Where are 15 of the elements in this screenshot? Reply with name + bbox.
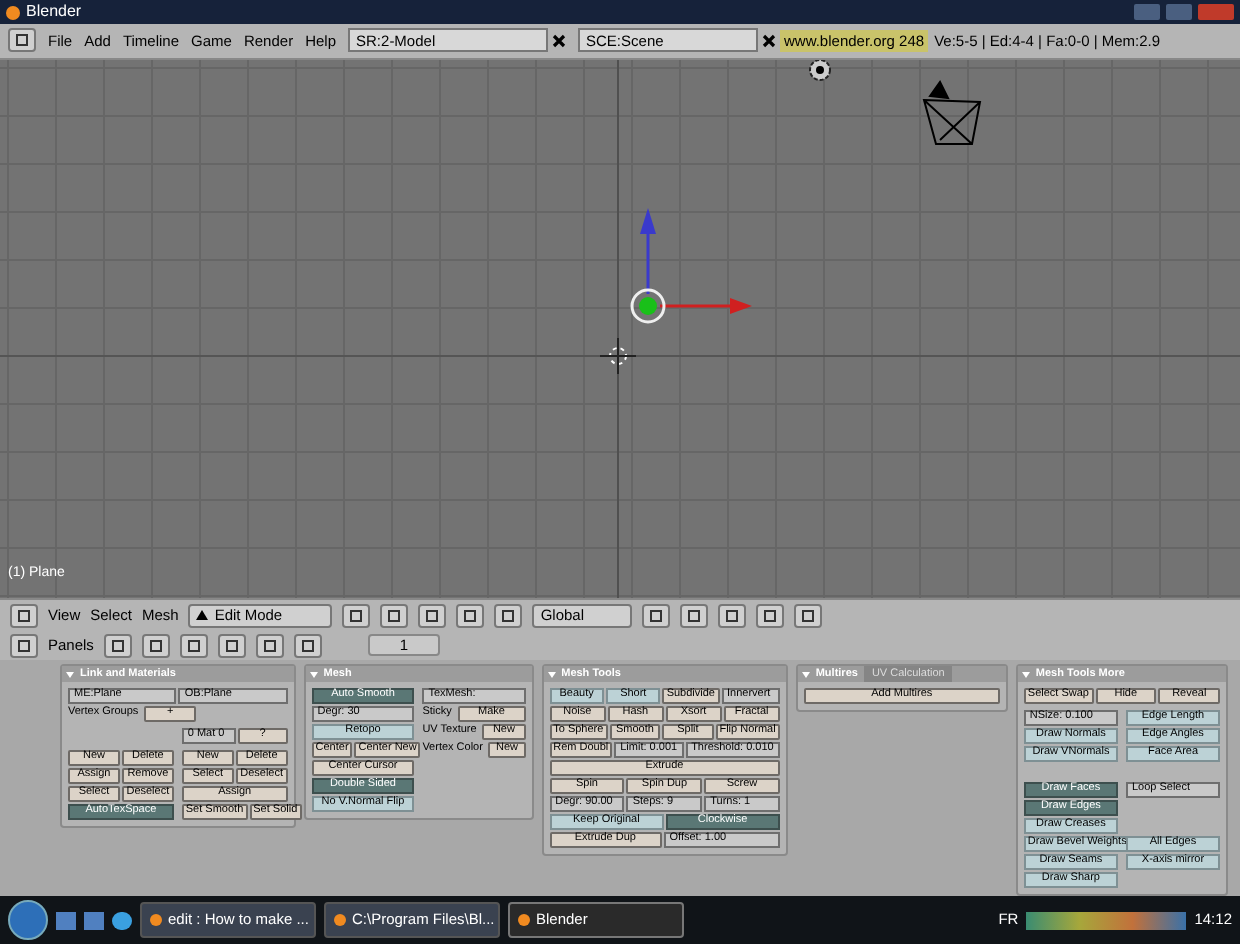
mesh-icon	[196, 610, 209, 621]
close-icon[interactable]	[762, 33, 777, 48]
collapse-triangle-icon[interactable]	[309, 671, 318, 678]
lamp-icon[interactable]	[809, 59, 831, 80]
window-title: Blender	[26, 0, 82, 24]
start-button[interactable]	[8, 900, 48, 941]
blender-logo-icon	[6, 5, 20, 19]
3d-cursor-icon	[599, 336, 637, 374]
close-icon[interactable]	[552, 33, 567, 48]
collapse-triangle-icon[interactable]	[1021, 671, 1030, 678]
collapse-triangle-icon[interactable]	[547, 671, 556, 678]
camera-icon[interactable]	[923, 79, 982, 144]
collapse-triangle-icon[interactable]	[66, 671, 74, 678]
transform-manipulator-drawing[interactable]	[630, 207, 752, 323]
collapse-triangle-icon[interactable]	[801, 671, 810, 678]
